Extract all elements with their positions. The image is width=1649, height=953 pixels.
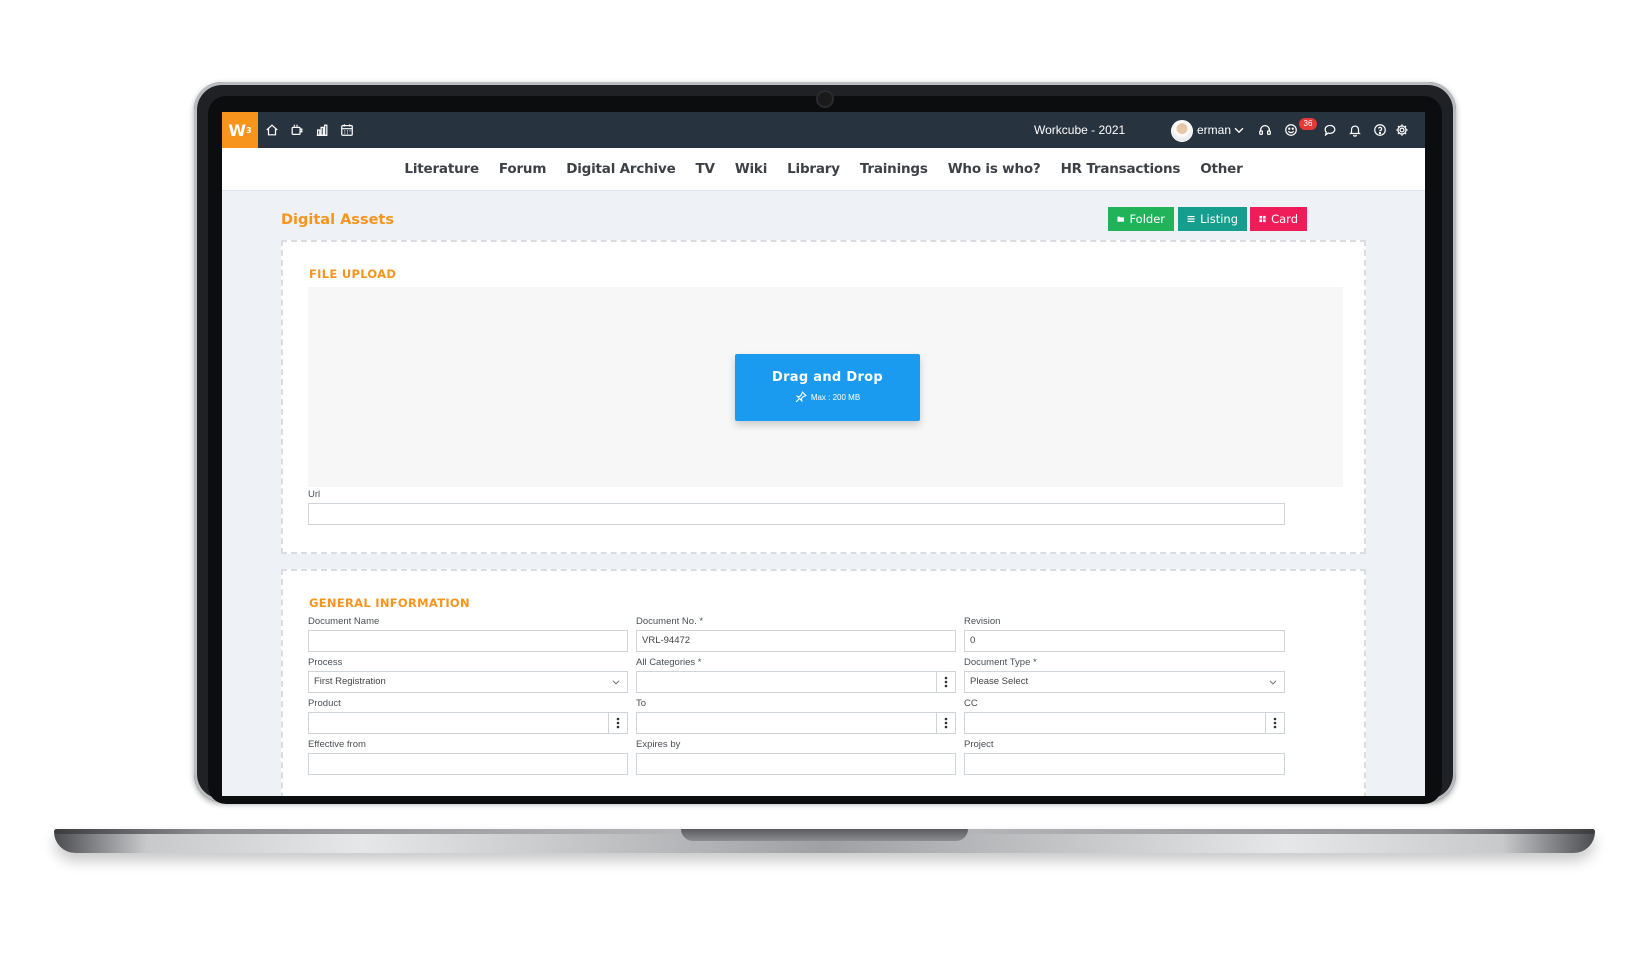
logo-text: W <box>228 120 247 140</box>
folder-view-label: Folder <box>1129 212 1165 226</box>
headset-icon[interactable] <box>1257 122 1273 138</box>
folder-view-button[interactable]: Folder <box>1108 207 1174 231</box>
file-upload-card: FILE UPLOAD Drag and Drop Max : 200 MB U… <box>281 240 1366 554</box>
file-upload-title: FILE UPLOAD <box>309 267 397 281</box>
project-label: Project <box>964 739 994 750</box>
bar-chart-icon[interactable] <box>314 122 330 138</box>
all-categories-input[interactable] <box>636 671 956 693</box>
document-no-label: Document No. * <box>636 616 704 627</box>
drag-drop-subtitle: Max : 200 MB <box>735 391 920 403</box>
home-icon[interactable] <box>264 122 280 138</box>
to-label: To <box>636 698 647 709</box>
card-view-label: Card <box>1271 212 1298 226</box>
cc-label: CC <box>964 698 978 709</box>
nav-item-tv[interactable]: TV <box>686 161 725 177</box>
project-input[interactable] <box>964 753 1285 775</box>
document-type-select[interactable]: Please Select <box>964 671 1285 693</box>
user-name[interactable]: erman <box>1197 123 1231 137</box>
chevron-down-icon <box>612 680 620 685</box>
general-info-card: GENERAL INFORMATION Document Name Docume… <box>281 569 1366 796</box>
all-categories-label: All Categories * <box>636 657 702 668</box>
document-name-label: Document Name <box>308 616 380 627</box>
document-name-input[interactable] <box>308 630 628 652</box>
nav-item-digital-archive[interactable]: Digital Archive <box>556 161 685 177</box>
grid-icon <box>1259 215 1266 223</box>
listing-view-button[interactable]: Listing <box>1178 207 1247 231</box>
product-label: Product <box>308 698 341 709</box>
bell-icon[interactable] <box>1347 122 1363 138</box>
chevron-down-icon <box>1269 680 1277 685</box>
main-nav: Literature Forum Digital Archive TV Wiki… <box>222 148 1425 190</box>
app-screen: W3 Workcube - 2021 erman 36 Literature F… <box>222 112 1425 796</box>
process-label: Process <box>308 657 343 668</box>
drag-drop-button[interactable]: Drag and Drop Max : 200 MB <box>735 354 920 421</box>
expires-by-input[interactable] <box>636 753 956 775</box>
nav-item-forum[interactable]: Forum <box>489 161 556 177</box>
nav-item-hr-transactions[interactable]: HR Transactions <box>1051 161 1191 177</box>
drag-drop-title: Drag and Drop <box>771 370 883 385</box>
product-input[interactable] <box>308 712 628 734</box>
revision-label: Revision <box>964 616 1001 627</box>
effective-from-input[interactable] <box>308 753 628 775</box>
notification-badge: 36 <box>1299 118 1317 130</box>
workspace-label[interactable]: Workcube - 2021 <box>1034 123 1125 137</box>
dropzone[interactable]: Drag and Drop Max : 200 MB <box>308 287 1343 487</box>
help-icon[interactable] <box>1372 122 1388 138</box>
pin-icon <box>795 391 807 403</box>
calendar-icon[interactable] <box>339 122 355 138</box>
gear-icon[interactable] <box>1394 122 1410 138</box>
chat-icon[interactable] <box>1322 122 1338 138</box>
document-type-label: Document Type * <box>964 657 1037 668</box>
nav-item-library[interactable]: Library <box>777 161 850 177</box>
more-options-icon[interactable] <box>936 713 955 733</box>
more-options-icon[interactable] <box>608 713 627 733</box>
list-icon <box>1187 215 1195 223</box>
page-title: Digital Assets <box>281 212 394 228</box>
revision-input[interactable]: 0 <box>964 630 1285 652</box>
document-type-value: Please Select <box>970 676 1029 687</box>
nav-item-trainings[interactable]: Trainings <box>850 161 938 177</box>
camera-icon <box>818 92 832 106</box>
workcube-logo[interactable]: W3 <box>222 112 258 148</box>
effective-from-label: Effective from <box>308 739 366 750</box>
cc-input[interactable] <box>964 712 1285 734</box>
more-options-icon[interactable] <box>936 672 955 692</box>
nav-item-other[interactable]: Other <box>1190 161 1252 177</box>
listing-view-label: Listing <box>1200 212 1238 226</box>
expires-by-label: Expires by <box>636 739 681 750</box>
card-view-button[interactable]: Card <box>1250 207 1307 231</box>
url-label: Url <box>308 489 321 500</box>
url-input[interactable] <box>308 503 1285 525</box>
nav-item-who-is-who[interactable]: Who is who? <box>938 161 1051 177</box>
laptop-notch <box>681 829 968 841</box>
drag-drop-max: Max : 200 MB <box>810 392 861 402</box>
nav-item-wiki[interactable]: Wiki <box>725 161 777 177</box>
process-value: First Registration <box>314 676 386 687</box>
more-options-icon[interactable] <box>1265 713 1284 733</box>
process-select[interactable]: First Registration <box>308 671 628 693</box>
smile-icon[interactable] <box>1283 122 1299 138</box>
folder-icon <box>1117 216 1124 222</box>
nav-item-literature[interactable]: Literature <box>394 161 489 177</box>
cup-icon[interactable] <box>289 122 305 138</box>
general-info-title: GENERAL INFORMATION <box>309 596 470 610</box>
chevron-down-icon[interactable] <box>1231 122 1247 138</box>
avatar[interactable] <box>1171 120 1193 142</box>
logo-sup: 3 <box>246 125 252 135</box>
document-no-input[interactable]: VRL-94472 <box>636 630 956 652</box>
top-bar: W3 Workcube - 2021 erman 36 <box>222 112 1425 148</box>
to-input[interactable] <box>636 712 956 734</box>
